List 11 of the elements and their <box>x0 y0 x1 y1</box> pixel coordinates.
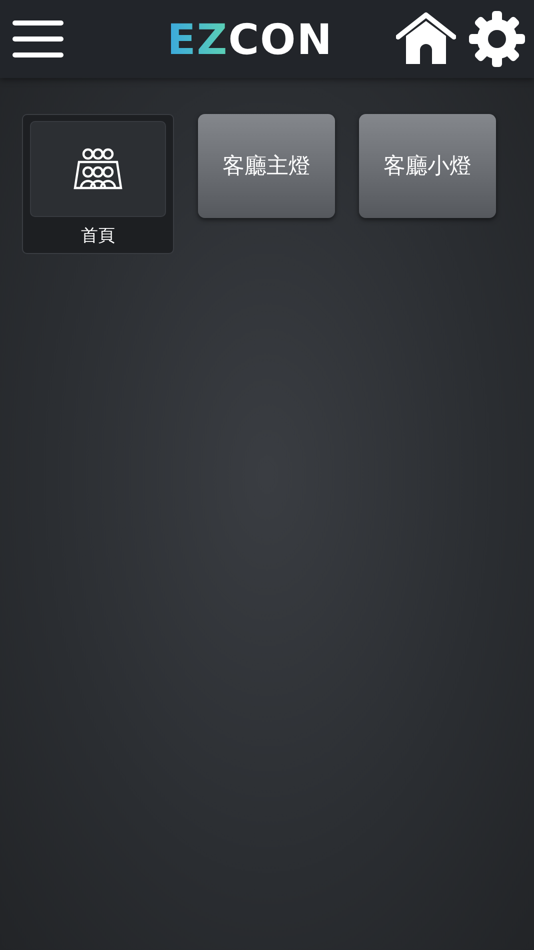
light-button[interactable]: 客廳小燈 <box>359 114 496 218</box>
home-icon <box>396 12 456 66</box>
settings-icon <box>468 10 526 68</box>
people-group-icon <box>73 147 123 191</box>
light-button[interactable]: 客廳主燈 <box>198 114 335 218</box>
group-tile[interactable]: 首頁 <box>22 114 174 254</box>
tile-label: 首頁 <box>81 225 115 247</box>
menu-button[interactable] <box>12 19 64 59</box>
menu-icon <box>12 19 64 59</box>
home-button[interactable] <box>396 12 456 66</box>
settings-button[interactable] <box>468 10 526 68</box>
